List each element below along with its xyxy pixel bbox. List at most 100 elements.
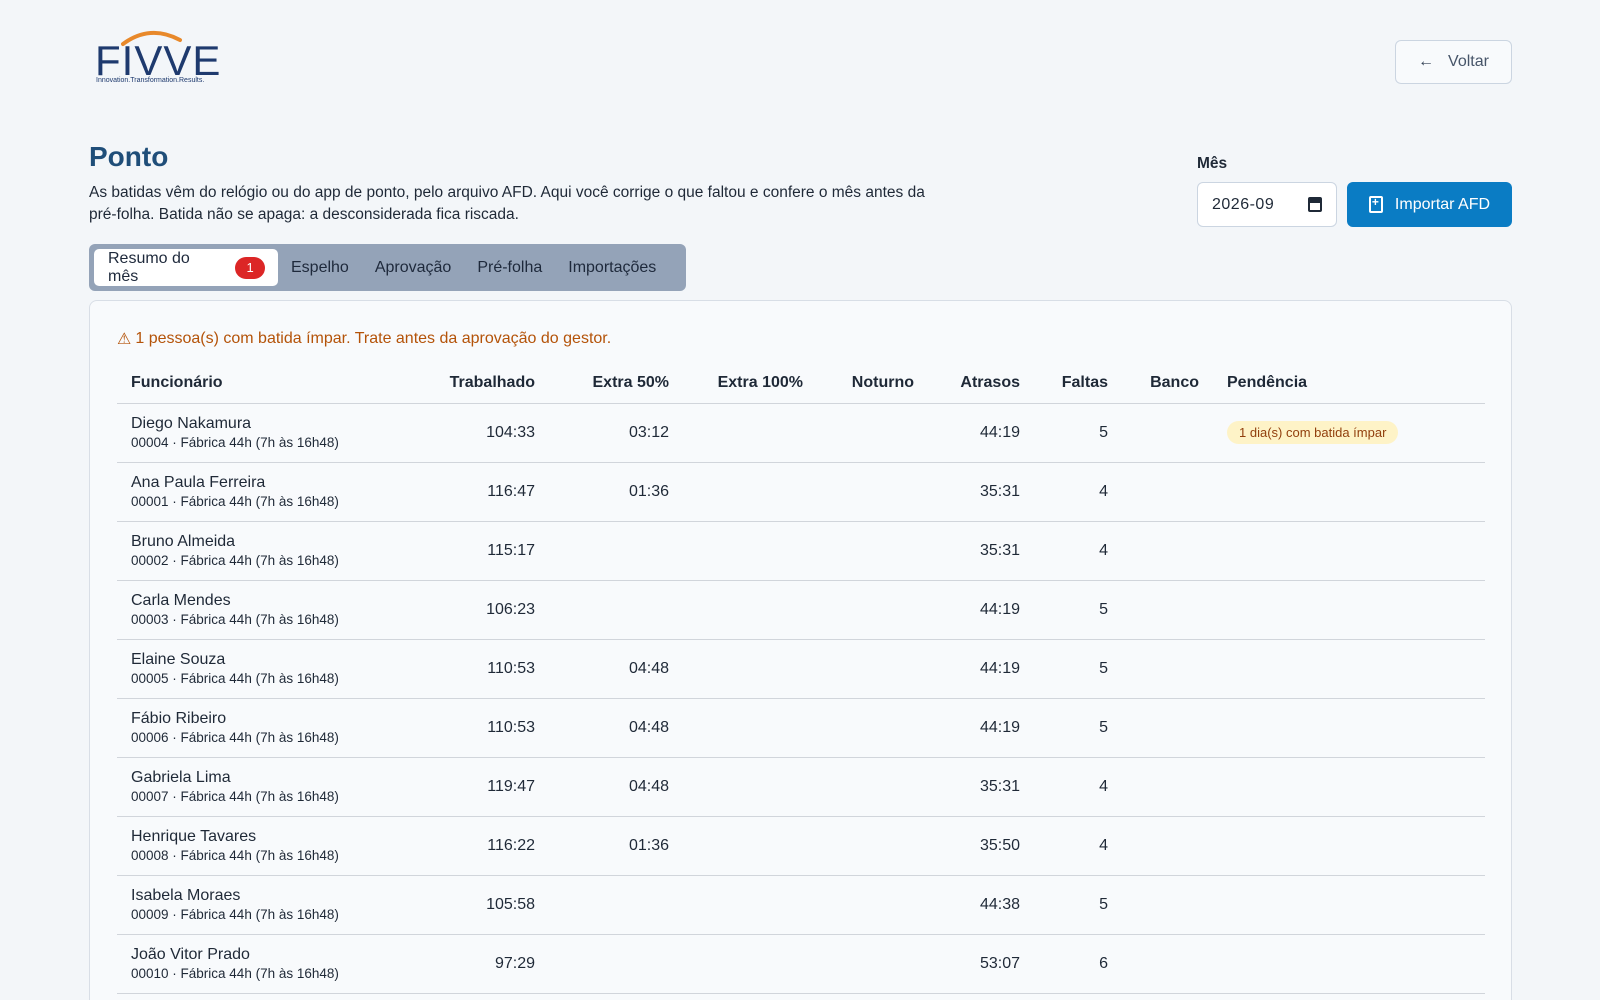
cell-funcionario[interactable]: Elaine Souza 00005 · Fábrica 44h (7h às 1… — [117, 639, 417, 699]
cell-funcionario[interactable]: Bruno Almeida 00002 · Fábrica 44h (7h às … — [117, 521, 417, 581]
cell-atrasos: 44:19 — [928, 580, 1034, 640]
back-button-label: Voltar — [1448, 53, 1489, 70]
tab-espelho[interactable]: Espelho — [278, 249, 362, 286]
cell-funcionario[interactable]: Ana Paula Ferreira 00001 · Fábrica 44h (7… — [117, 462, 417, 522]
table-row[interactable]: Gabriela Lima 00007 · Fábrica 44h (7h às … — [117, 757, 1485, 817]
pending-status-badge[interactable]: 1 dia(s) com batida ímpar — [1227, 421, 1399, 444]
column-header-faltas[interactable]: Faltas — [1034, 363, 1122, 404]
employee-name: João Vitor Prado — [131, 945, 250, 963]
cell-noturno — [817, 934, 928, 994]
cell-extra-100 — [683, 462, 817, 522]
cell-faltas: 5 — [1034, 403, 1122, 463]
cell-faltas: 4 — [1034, 462, 1122, 522]
cell-extra-100 — [683, 521, 817, 581]
column-header-funcionario[interactable]: Funcionário — [117, 363, 417, 404]
employee-name: Henrique Tavares — [131, 827, 257, 845]
table-row[interactable]: Diego Nakamura 00004 · Fábrica 44h (7h às… — [117, 403, 1485, 463]
back-button[interactable]: ← Voltar — [1395, 40, 1512, 84]
cell-extra-50: 04:48 — [549, 698, 683, 758]
cell-extra-100 — [683, 816, 817, 876]
cell-banco — [1122, 521, 1213, 581]
tab-importacoes[interactable]: Importações — [555, 249, 669, 286]
employee-details: 00002 · Fábrica 44h (7h às 16h48) — [131, 552, 339, 568]
cell-funcionario[interactable]: João Vitor Prado 00010 · Fábrica 44h (7h … — [117, 934, 417, 994]
tab-label: Pré-folha — [477, 258, 543, 276]
table-row[interactable]: Bruno Almeida 00002 · Fábrica 44h (7h às … — [117, 521, 1485, 581]
column-header-extra-100[interactable]: Extra 100% — [683, 363, 817, 404]
cell-extra-100 — [683, 934, 817, 994]
cell-extra-50 — [549, 934, 683, 994]
tab-resumo-do-mes[interactable]: Resumo do mês 1 — [94, 249, 278, 286]
cell-funcionario[interactable]: Isabela Moraes 00009 · Fábrica 44h (7h às… — [117, 875, 417, 935]
tab-label: Importações — [568, 258, 657, 276]
logo-tagline: Innovation.Transformation.Results. — [96, 77, 205, 84]
table-row[interactable]: Isabela Moraes 00009 · Fábrica 44h (7h às… — [117, 875, 1485, 935]
tab-aprovacao[interactable]: Aprovação — [362, 249, 465, 286]
cell-pendencia — [1213, 698, 1485, 758]
cell-noturno — [817, 462, 928, 522]
cell-atrasos: 44:19 — [928, 403, 1034, 463]
warning-icon: ⚠ — [117, 331, 132, 348]
cell-extra-50: 01:36 — [549, 816, 683, 876]
cell-trabalhado: 115:17 — [417, 521, 549, 581]
cell-faltas: 5 — [1034, 639, 1122, 699]
cell-banco — [1122, 580, 1213, 640]
cell-trabalhado: 119:47 — [417, 757, 549, 817]
app-header: FIVVE Innovation.Transformation.Results.… — [0, 0, 1600, 110]
cell-trabalhado: 105:58 — [417, 875, 549, 935]
employee-details: 00010 · Fábrica 44h (7h às 16h48) — [131, 965, 339, 981]
cell-banco — [1122, 639, 1213, 699]
tab-count-badge: 1 — [235, 256, 265, 279]
cell-banco — [1122, 757, 1213, 817]
tab-pre-folha[interactable]: Pré-folha — [464, 249, 555, 286]
employee-name: Bruno Almeida — [131, 532, 236, 550]
month-input[interactable]: 2026-09 — [1197, 182, 1337, 227]
column-header-extra-50[interactable]: Extra 50% — [549, 363, 683, 404]
cell-noturno — [817, 521, 928, 581]
table-row[interactable]: Henrique Tavares 00008 · Fábrica 44h (7h … — [117, 816, 1485, 876]
tab-label: Resumo do mês — [108, 249, 190, 285]
cell-atrasos: 35:31 — [928, 462, 1034, 522]
cell-pendencia — [1213, 462, 1485, 522]
calendar-icon[interactable] — [1308, 197, 1322, 212]
cell-faltas: 5 — [1034, 875, 1122, 935]
column-header-banco[interactable]: Banco — [1122, 363, 1213, 404]
cell-noturno — [817, 875, 928, 935]
table-row[interactable]: Fábio Ribeiro 00006 · Fábrica 44h (7h às … — [117, 698, 1485, 758]
cell-noturno — [817, 816, 928, 876]
employee-details: 00005 · Fábrica 44h (7h às 16h48) — [131, 670, 339, 686]
table-row[interactable]: Elaine Souza 00005 · Fábrica 44h (7h às 1… — [117, 639, 1485, 699]
cell-atrasos: 35:50 — [928, 816, 1034, 876]
cell-faltas: 6 — [1034, 934, 1122, 994]
cell-atrasos: 44:19 — [928, 698, 1034, 758]
cell-extra-100 — [683, 757, 817, 817]
cell-pendencia — [1213, 875, 1485, 935]
column-header-atrasos[interactable]: Atrasos — [928, 363, 1034, 404]
odd-punch-alert: ⚠ 1 pessoa(s) com batida ímpar. Trate an… — [117, 329, 611, 349]
cell-atrasos: 44:19 — [928, 639, 1034, 699]
cell-pendencia — [1213, 816, 1485, 876]
cell-funcionario[interactable]: Diego Nakamura 00004 · Fábrica 44h (7h às… — [117, 403, 417, 463]
table-row[interactable]: João Vitor Prado 00010 · Fábrica 44h (7h … — [117, 934, 1485, 994]
table-body: Diego Nakamura 00004 · Fábrica 44h (7h às… — [117, 403, 1485, 994]
employee-name: Fábio Ribeiro — [131, 709, 227, 727]
cell-funcionario[interactable]: Carla Mendes 00003 · Fábrica 44h (7h às 1… — [117, 580, 417, 640]
cell-funcionario[interactable]: Henrique Tavares 00008 · Fábrica 44h (7h … — [117, 816, 417, 876]
table-row[interactable]: Carla Mendes 00003 · Fábrica 44h (7h às 1… — [117, 580, 1485, 640]
table-row[interactable]: Ana Paula Ferreira 00001 · Fábrica 44h (7… — [117, 462, 1485, 522]
cell-faltas: 4 — [1034, 521, 1122, 581]
column-header-trabalhado[interactable]: Trabalhado — [417, 363, 549, 404]
column-header-pendencia[interactable]: Pendência — [1213, 363, 1485, 404]
cell-pendencia — [1213, 580, 1485, 640]
cell-extra-100 — [683, 639, 817, 699]
cell-banco — [1122, 934, 1213, 994]
logo-brand-text: FIVVE — [95, 37, 222, 84]
cell-funcionario[interactable]: Fábio Ribeiro 00006 · Fábrica 44h (7h às … — [117, 698, 417, 758]
cell-funcionario[interactable]: Gabriela Lima 00007 · Fábrica 44h (7h às … — [117, 757, 417, 817]
employee-name: Carla Mendes — [131, 591, 231, 609]
fivve-logo: FIVVE Innovation.Transformation.Results. — [95, 26, 220, 88]
import-afd-button[interactable]: Importar AFD — [1347, 182, 1512, 227]
employee-name: Diego Nakamura — [131, 414, 252, 432]
column-header-noturno[interactable]: Noturno — [817, 363, 928, 404]
cell-pendencia: 1 dia(s) com batida ímpar — [1213, 403, 1485, 463]
